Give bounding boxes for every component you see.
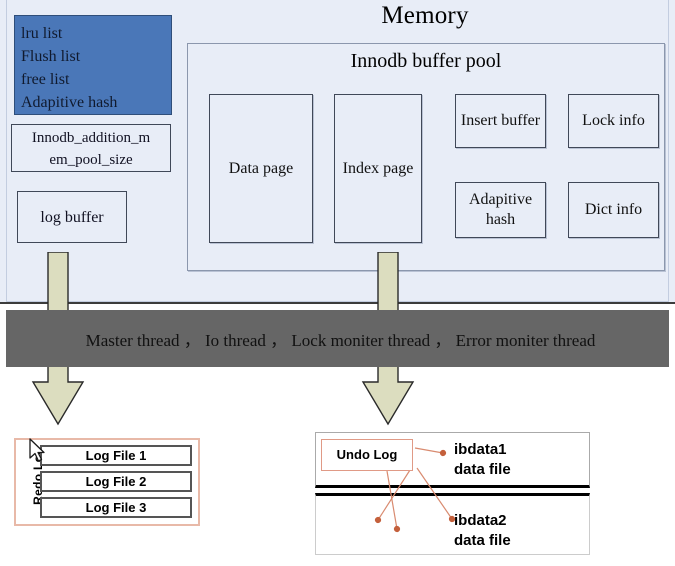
memory-panel: Memory lru list Flush list free list Ada… — [0, 0, 675, 304]
mem-pool-line-2: em_pool_size — [49, 152, 133, 168]
log-file-2-label: Log File 2 — [85, 474, 147, 489]
innodb-additional-mem-pool-box: Innodb_addition_m em_pool_size — [11, 124, 171, 172]
lru-list-box: lru list Flush list free list Adapitive … — [14, 15, 172, 115]
adaptive-hash-label: Adapitive hash — [468, 191, 533, 228]
buffer-pool-title: Innodb buffer pool — [350, 50, 502, 72]
mouse-cursor-icon — [29, 438, 45, 462]
undo-log-box: Undo Log — [321, 439, 413, 471]
log-file-3-box: Log File 3 — [40, 497, 192, 518]
list-line-adaptive-hash: Adapitive hash — [21, 94, 118, 111]
index-page-label: Index page — [342, 159, 414, 177]
log-file-3-label: Log File 3 — [85, 500, 147, 515]
index-page-box: Index page — [334, 94, 422, 243]
list-line-lru: lru list — [21, 25, 63, 42]
data-page-box: Data page — [209, 94, 313, 243]
log-file-1-label: Log File 1 — [85, 448, 147, 463]
diagram-canvas: Memory lru list Flush list free list Ada… — [0, 0, 675, 566]
ibdata1-label: ibdata1 data file — [454, 441, 511, 478]
ibdata-group: ibdata1 data file ibdata2 data file Undo… — [315, 432, 590, 555]
mem-pool-line-1: Innodb_addition_m — [31, 130, 151, 146]
page-title: Memory — [381, 2, 469, 29]
log-buffer-box: log buffer — [17, 191, 127, 243]
thread-bar: Master thread ， Io thread ， Lock moniter… — [6, 310, 669, 367]
thread-bar-label: Master thread ， Io thread ， Lock moniter… — [85, 331, 596, 350]
ibdata2-label: ibdata2 data file — [454, 512, 511, 549]
insert-buffer-label: Insert buffer — [460, 112, 541, 129]
undo-log-label: Undo Log — [336, 447, 398, 462]
adaptive-hash-box: Adapitive hash — [455, 182, 546, 238]
log-file-1-box: Log File 1 — [40, 445, 192, 466]
dict-info-box: Dict info — [568, 182, 659, 238]
list-line-free: free list — [21, 71, 70, 88]
ibdata2-panel: ibdata2 data file — [315, 493, 590, 555]
lock-info-box: Lock info — [568, 94, 659, 148]
log-file-2-box: Log File 2 — [40, 471, 192, 492]
innodb-buffer-pool-panel: Innodb buffer pool Data page Index page … — [187, 43, 665, 271]
dict-info-label: Dict info — [584, 201, 643, 218]
log-buffer-label: log buffer — [40, 209, 104, 226]
data-page-label: Data page — [228, 159, 294, 177]
lock-info-label: Lock info — [582, 112, 645, 129]
list-line-flush: Flush list — [21, 48, 81, 65]
insert-buffer-box: Insert buffer — [455, 94, 546, 148]
